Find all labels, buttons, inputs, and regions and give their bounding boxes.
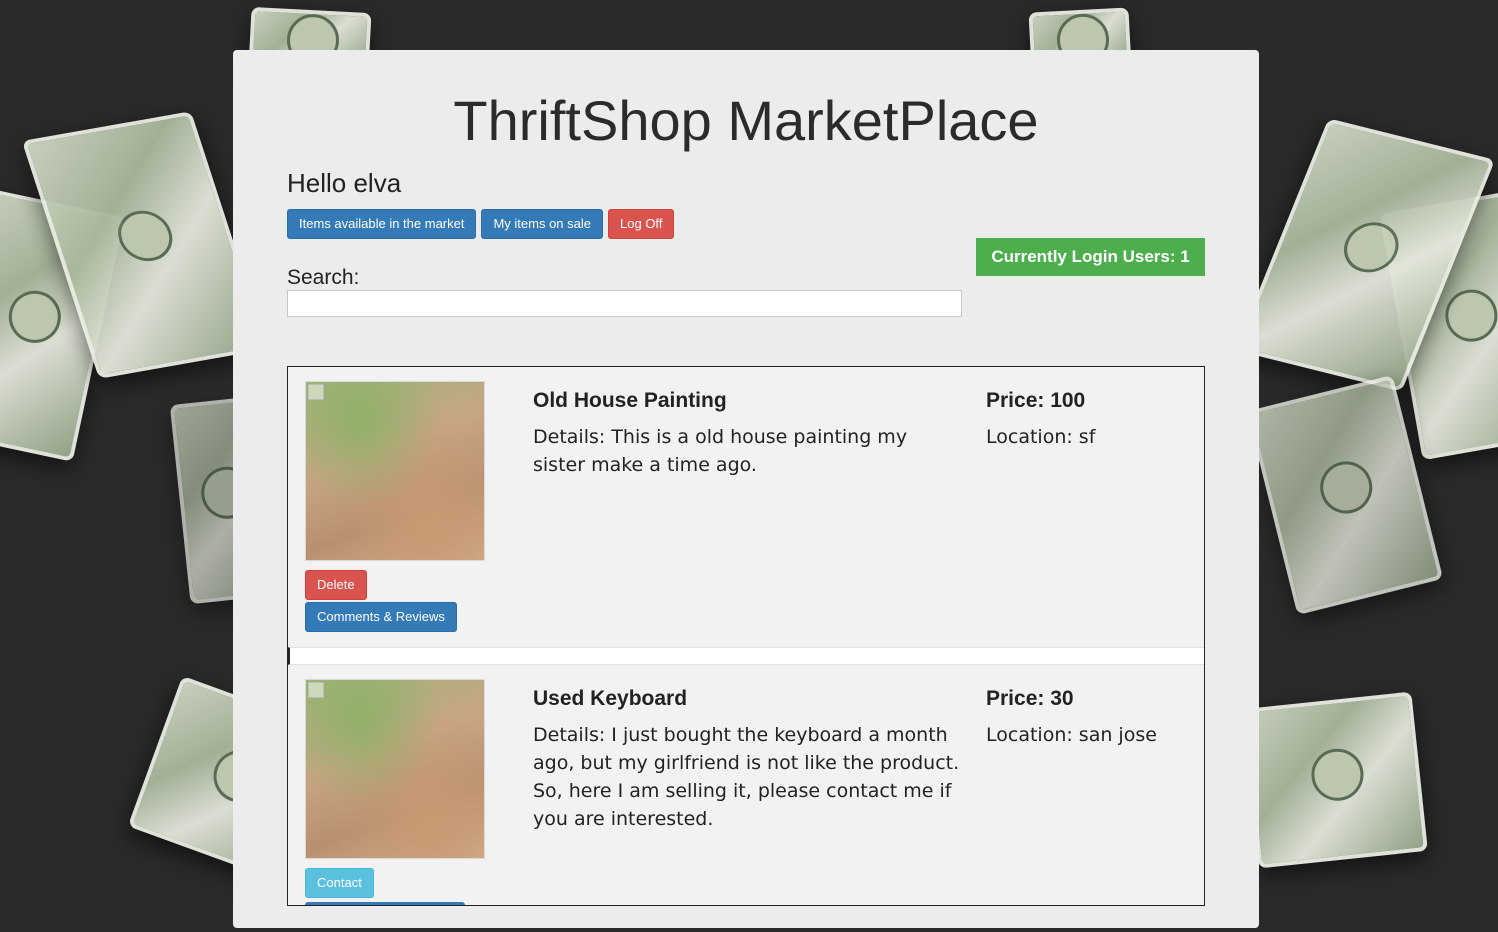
- item-actions: Delete Comments & Reviews: [305, 570, 457, 632]
- contact-button[interactable]: Contact: [305, 868, 374, 898]
- site-title: ThriftShop MarketPlace: [453, 89, 1039, 152]
- list-item: Delete Comments & Reviews Old House Pain…: [288, 367, 1204, 647]
- market-items-button[interactable]: Items available in the market: [287, 209, 477, 239]
- search-input[interactable]: [287, 290, 962, 317]
- item-image: [305, 679, 485, 859]
- item-image: [305, 381, 485, 561]
- user-greeting: Hello elva: [287, 168, 402, 198]
- item-location: Location: sf: [986, 426, 1096, 448]
- item-listing[interactable]: Delete Comments & Reviews Old House Pain…: [287, 366, 1205, 906]
- nav-buttons: Items available in the market My items o…: [287, 209, 675, 239]
- item-price: Price: 30: [986, 687, 1074, 710]
- log-off-button[interactable]: Log Off: [608, 209, 675, 239]
- item-location: Location: san jose: [986, 724, 1157, 746]
- item-divider: [288, 647, 1204, 665]
- list-item: Contact Used Keyboard Details: I just bo…: [288, 665, 1204, 905]
- item-title: Old House Painting: [533, 389, 727, 412]
- item-details: Details: I just bought the keyboard a mo…: [533, 724, 960, 830]
- comments-reviews-button[interactable]: [305, 902, 465, 905]
- my-items-button[interactable]: My items on sale: [481, 209, 604, 239]
- item-title: Used Keyboard: [533, 687, 688, 710]
- dollar-bill-image: [1242, 691, 1428, 869]
- comments-reviews-button[interactable]: Comments & Reviews: [305, 602, 457, 632]
- item-actions: Contact: [305, 868, 465, 905]
- item-details: Details: This is a old house painting my…: [533, 426, 908, 476]
- item-price: Price: 100: [986, 389, 1086, 412]
- main-panel: ThriftShop MarketPlace Hello elva Items …: [233, 50, 1259, 928]
- search-label: Search:: [287, 266, 360, 289]
- login-users-badge: Currently Login Users: 1: [976, 238, 1205, 276]
- delete-button[interactable]: Delete: [305, 570, 367, 600]
